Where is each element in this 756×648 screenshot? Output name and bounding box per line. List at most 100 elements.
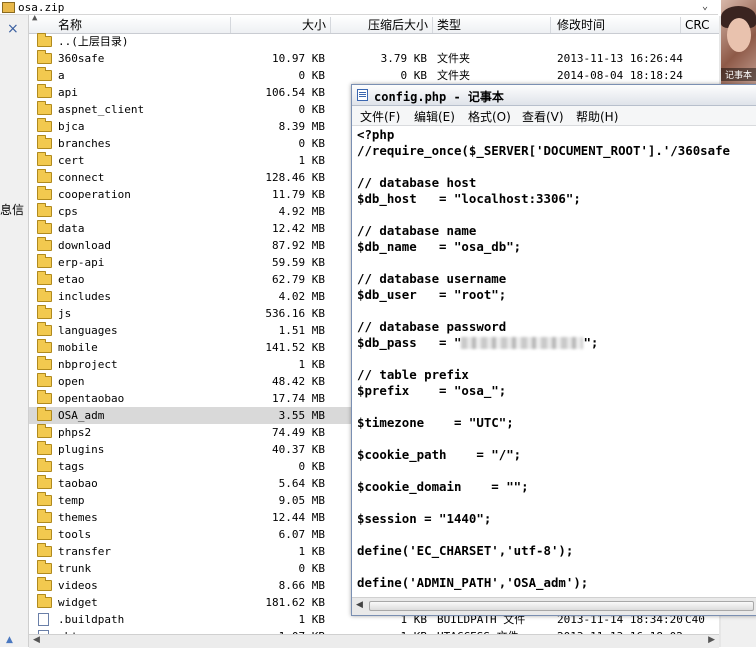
file-name: aspnet_client — [58, 103, 145, 116]
code-line-text: $db_host = "localhost:3306"; — [357, 191, 581, 206]
column-header-name[interactable]: 名称 — [29, 17, 231, 33]
archive-name: osa.zip — [18, 1, 65, 14]
file-name: themes — [58, 511, 98, 524]
folder-icon — [37, 118, 52, 132]
file-list-horizontal-scrollbar[interactable]: ◀ ▶ — [29, 634, 719, 648]
redacted-password — [461, 337, 584, 349]
file-size: 62.79 KB — [272, 273, 325, 286]
archive-title-bar: osa.zip ⌄ — [0, 0, 718, 15]
menu-view[interactable]: 查看(V) — [522, 108, 564, 125]
file-name: includes — [58, 290, 111, 303]
file-row[interactable]: 360safe 10.97 KB 3.79 KB 文件夹 2013-11-13 16:2… — [29, 50, 719, 67]
code-line: // database password — [357, 319, 756, 335]
file-size: 40.37 KB — [272, 443, 325, 456]
column-header-size[interactable]: 大小 — [231, 17, 331, 33]
file-size: 0 KB — [298, 103, 326, 116]
file-size: 9.05 MB — [278, 494, 325, 507]
side-photo: 记事本 — [721, 0, 756, 90]
menu-file[interactable]: 文件(F) — [360, 108, 400, 125]
folder-icon — [37, 169, 52, 183]
file-name: .buildpath — [58, 613, 125, 626]
code-line: define('ADMIN_PATH','OSA_adm'); — [357, 575, 756, 591]
column-header-type[interactable]: 类型 — [433, 17, 551, 33]
file-size: 4.02 MB — [278, 290, 325, 303]
menu-help[interactable]: 帮助(H) — [576, 108, 618, 125]
file-list-header: ▲ 名称 大小 压缩后大小 类型 修改时间 CRC — [29, 13, 719, 34]
file-row[interactable]: ..(上层目录) — [29, 33, 719, 50]
column-header-modified[interactable]: 修改时间 — [551, 17, 681, 33]
file-name: ..(上层目录) — [58, 35, 129, 48]
file-size: 3.55 MB — [278, 409, 325, 422]
file-size: 11.79 KB — [272, 188, 325, 201]
file-size: 4.92 MB — [278, 205, 325, 218]
code-line: $db_pass = " "; — [357, 335, 756, 351]
folder-icon — [37, 135, 52, 149]
scroll-right-arrow-icon[interactable]: ▶ — [708, 635, 715, 645]
menu-edit[interactable]: 编辑(E) — [414, 108, 455, 125]
code-line-text: // database name — [357, 223, 477, 238]
notepad-window[interactable]: config.php - 记事本 文件(F) 编辑(E) 格式(O) 查看(V)… — [351, 84, 756, 616]
folder-icon — [37, 526, 52, 540]
file-size: 8.39 MB — [278, 120, 325, 133]
scrollbar-thumb[interactable] — [369, 601, 754, 611]
close-icon[interactable]: × — [7, 21, 19, 37]
file-name: api — [58, 86, 78, 99]
code-line-text: $db_user = "root"; — [357, 287, 507, 302]
notepad-horizontal-scrollbar[interactable]: ◀ — [352, 597, 756, 615]
file-name: cooperation — [58, 188, 131, 201]
file-name: videos — [58, 579, 98, 592]
code-line: $db_user = "root"; — [357, 287, 756, 303]
folder-icon — [37, 424, 52, 438]
code-line-text: $db_name = "osa_db"; — [357, 239, 522, 254]
file-size: 1 KB — [298, 154, 326, 167]
folder-icon — [37, 203, 52, 217]
file-name: nbproject — [58, 358, 118, 371]
photo-face-shape — [727, 18, 751, 52]
folder-icon — [37, 186, 52, 200]
menu-format[interactable]: 格式(O) — [468, 108, 511, 125]
file-row[interactable]: a 0 KB 0 KB 文件夹 2014-08-04 18:18:24 — [29, 67, 719, 84]
code-line: $session = "1440"; — [357, 511, 756, 527]
notepad-title-bar[interactable]: config.php - 记事本 — [352, 85, 756, 106]
scroll-left-arrow-icon[interactable]: ◀ — [33, 635, 40, 645]
file-name: tags — [58, 460, 85, 473]
file-size: 0 KB — [298, 137, 326, 150]
file-size: 12.44 MB — [272, 511, 325, 524]
file-size: 10.97 KB — [272, 52, 325, 65]
code-line-text: define('ADMIN_PATH','OSA_adm'); — [357, 575, 589, 590]
code-line-text: $db_pass = " — [357, 335, 462, 350]
folder-icon — [37, 560, 52, 574]
folder-icon — [37, 220, 52, 234]
file-name: plugins — [58, 443, 105, 456]
file-size: 536.16 KB — [265, 307, 325, 320]
scroll-up-arrow-icon[interactable]: ▲ — [6, 635, 13, 645]
notepad-text-area[interactable]: <?php//require_once($_SERVER['DOCUMENT_R… — [357, 127, 756, 597]
file-size: 17.74 MB — [272, 392, 325, 405]
file-crc — [685, 33, 719, 50]
scroll-left-arrow-icon[interactable]: ◀ — [356, 600, 363, 610]
file-size: 141.52 KB — [265, 341, 325, 354]
file-crc — [685, 50, 719, 67]
folder-icon — [37, 237, 52, 251]
column-header-crc[interactable]: CRC — [681, 17, 719, 33]
notepad-icon — [357, 89, 368, 101]
code-line-text: // table prefix — [357, 367, 469, 382]
folder-icon — [37, 152, 52, 166]
file-crc — [685, 67, 719, 84]
column-header-packed-size[interactable]: 压缩后大小 — [331, 17, 433, 33]
folder-icon — [37, 475, 52, 489]
left-panel: × 息信 ▲ — [0, 15, 29, 647]
file-name: languages — [58, 324, 118, 337]
code-line: // database name — [357, 223, 756, 239]
code-line: $db_host = "localhost:3306"; — [357, 191, 756, 207]
file-name: a — [58, 69, 65, 82]
file-packed-size: 0 KB — [400, 69, 428, 82]
chevron-down-icon[interactable]: ⌄ — [702, 1, 708, 12]
file-size: 87.92 MB — [272, 239, 325, 252]
zip-archive-icon — [2, 2, 15, 13]
code-line: //require_once($_SERVER['DOCUMENT_ROOT']… — [357, 143, 756, 159]
file-size: 181.62 KB — [265, 596, 325, 609]
